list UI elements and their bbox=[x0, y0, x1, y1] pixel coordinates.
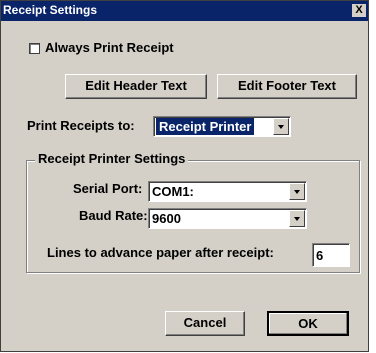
serial-port-select[interactable]: COM1: bbox=[148, 181, 307, 202]
print-to-value: Receipt Printer bbox=[156, 118, 255, 135]
lines-advance-value: 6 bbox=[316, 248, 324, 263]
edit-footer-button[interactable]: Edit Footer Text bbox=[217, 74, 357, 99]
baud-rate-label: Baud Rate: bbox=[79, 208, 148, 223]
chevron-down-icon[interactable] bbox=[289, 183, 305, 200]
print-to-label: Print Receipts to: bbox=[27, 118, 135, 133]
title-bar: Receipt Settings X bbox=[1, 1, 368, 21]
cancel-button[interactable]: Cancel bbox=[165, 311, 245, 336]
lines-advance-input[interactable]: 6 bbox=[312, 243, 350, 267]
baud-rate-select[interactable]: 9600 bbox=[148, 208, 307, 229]
chevron-down-icon[interactable] bbox=[273, 118, 289, 135]
dialog-title: Receipt Settings bbox=[3, 3, 98, 17]
serial-port-value: COM1: bbox=[152, 184, 194, 199]
group-title: Receipt Printer Settings bbox=[35, 151, 189, 166]
receipt-settings-dialog: Receipt Settings X Always Print Receipt … bbox=[0, 0, 369, 352]
always-print-checkbox[interactable] bbox=[29, 43, 40, 54]
always-print-label[interactable]: Always Print Receipt bbox=[45, 40, 174, 55]
ok-button[interactable]: OK bbox=[267, 311, 349, 336]
baud-rate-value: 9600 bbox=[152, 211, 181, 226]
lines-advance-label: Lines to advance paper after receipt: bbox=[47, 245, 274, 260]
print-to-select[interactable]: Receipt Printer bbox=[153, 116, 291, 137]
serial-port-label: Serial Port: bbox=[73, 181, 143, 196]
chevron-down-icon[interactable] bbox=[289, 210, 305, 227]
edit-header-button[interactable]: Edit Header Text bbox=[65, 74, 207, 99]
close-button[interactable]: X bbox=[352, 4, 366, 17]
